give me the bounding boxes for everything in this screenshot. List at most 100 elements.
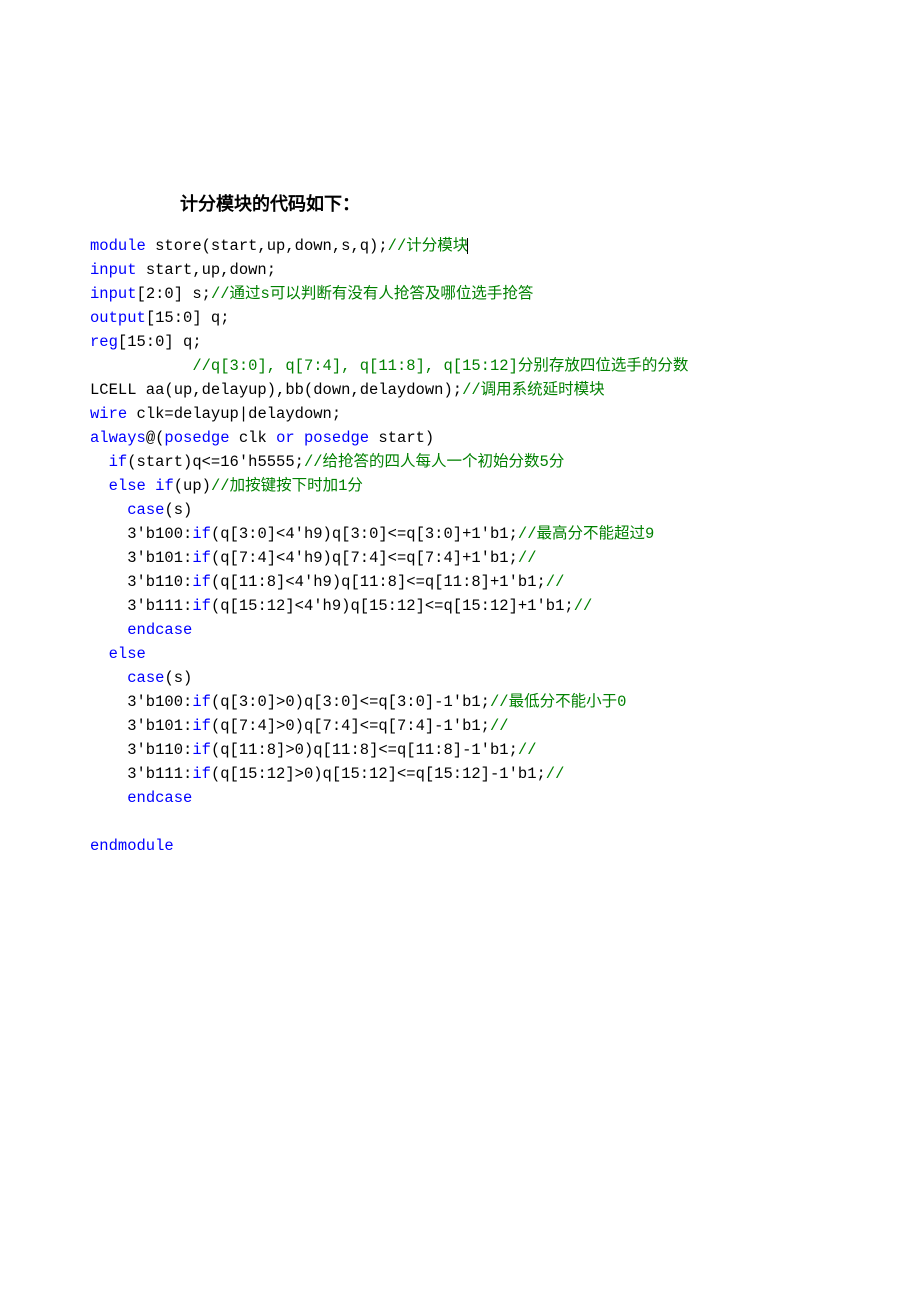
code-token — [90, 645, 109, 663]
keyword-token: if — [192, 549, 211, 567]
code-line: LCELL aa(up,delayup),bb(down,delaydown);… — [90, 378, 830, 402]
code-token — [90, 453, 109, 471]
code-token: clk — [230, 429, 277, 447]
code-token — [90, 789, 127, 807]
keyword-token: if — [192, 741, 211, 759]
keyword-token: output — [90, 309, 146, 327]
comment-token: //计分模块 — [388, 237, 469, 255]
keyword-token: else — [109, 477, 146, 495]
code-token: 3'b100: — [90, 525, 192, 543]
keyword-token: posedge — [164, 429, 229, 447]
code-token: 3'b101: — [90, 717, 192, 735]
code-block: module store(start,up,down,s,q);//计分模块in… — [90, 234, 830, 858]
code-token: 3'b101: — [90, 549, 192, 567]
code-token: [2:0] s; — [137, 285, 211, 303]
comment-token: // — [546, 573, 565, 591]
comment-token: //q[3:0], q[7:4], q[11:8], q[15:12]分别存放四… — [192, 357, 688, 375]
keyword-token: posedge — [304, 429, 369, 447]
keyword-token: always — [90, 429, 146, 447]
code-token: 3'b110: — [90, 573, 192, 591]
code-token: (q[11:8]<4'h9)q[11:8]<=q[11:8]+1'b1; — [211, 573, 546, 591]
code-token — [90, 669, 127, 687]
code-line: 3'b101:if(q[7:4]>0)q[7:4]<=q[7:4]-1'b1;/… — [90, 714, 830, 738]
comment-token: //调用系统延时模块 — [462, 381, 605, 399]
code-token: [15:0] q; — [146, 309, 230, 327]
comment-token: // — [518, 741, 537, 759]
code-token: (start)q<=16'h5555; — [127, 453, 304, 471]
code-token: 3'b111: — [90, 597, 192, 615]
code-line: 3'b110:if(q[11:8]<4'h9)q[11:8]<=q[11:8]+… — [90, 570, 830, 594]
code-line: reg[15:0] q; — [90, 330, 830, 354]
comment-token: //给抢答的四人每人一个初始分数5分 — [304, 453, 564, 471]
code-token: (q[3:0]<4'h9)q[3:0]<=q[3:0]+1'b1; — [211, 525, 518, 543]
comment-token: // — [490, 717, 509, 735]
code-line: 3'b111:if(q[15:12]>0)q[15:12]<=q[15:12]-… — [90, 762, 830, 786]
keyword-token: if — [192, 597, 211, 615]
keyword-token: else — [109, 645, 146, 663]
text-cursor — [467, 238, 468, 254]
code-line: 3'b100:if(q[3:0]<4'h9)q[3:0]<=q[3:0]+1'b… — [90, 522, 830, 546]
keyword-token: case — [127, 501, 164, 519]
code-line: endmodule — [90, 834, 830, 858]
keyword-token: if — [192, 525, 211, 543]
keyword-token: if — [155, 477, 174, 495]
keyword-token: if — [192, 573, 211, 591]
code-line: endcase — [90, 618, 830, 642]
keyword-token: endcase — [127, 621, 192, 639]
code-line: else if(up)//加按键按下时加1分 — [90, 474, 830, 498]
code-token: 3'b111: — [90, 765, 192, 783]
code-line: input[2:0] s;//通过s可以判断有没有人抢答及哪位选手抢答 — [90, 282, 830, 306]
comment-token: //最高分不能超过9 — [518, 525, 654, 543]
keyword-token: endcase — [127, 789, 192, 807]
code-line: else — [90, 642, 830, 666]
code-line: case(s) — [90, 498, 830, 522]
keyword-token: if — [192, 765, 211, 783]
keyword-token: wire — [90, 405, 127, 423]
code-token: (q[15:12]>0)q[15:12]<=q[15:12]-1'b1; — [211, 765, 546, 783]
code-token: (q[11:8]>0)q[11:8]<=q[11:8]-1'b1; — [211, 741, 518, 759]
code-line: //q[3:0], q[7:4], q[11:8], q[15:12]分别存放四… — [90, 354, 830, 378]
comment-token: //加按键按下时加1分 — [211, 477, 363, 495]
comment-token: //最低分不能小于0 — [490, 693, 626, 711]
code-token: (s) — [164, 501, 192, 519]
code-token — [90, 477, 109, 495]
code-token: store(start,up,down,s,q); — [146, 237, 388, 255]
comment-token: // — [574, 597, 593, 615]
code-line: input start,up,down; — [90, 258, 830, 282]
keyword-token: or — [276, 429, 295, 447]
code-token: [15:0] q; — [118, 333, 202, 351]
keyword-token: module — [90, 237, 146, 255]
code-token: start) — [369, 429, 434, 447]
code-token — [146, 477, 155, 495]
keyword-token: endmodule — [90, 837, 174, 855]
section-title: 计分模块的代码如下： — [180, 190, 830, 216]
keyword-token: if — [192, 693, 211, 711]
keyword-token: input — [90, 285, 137, 303]
code-token: (up) — [174, 477, 211, 495]
code-token — [90, 357, 192, 375]
code-token: start,up,down; — [137, 261, 277, 279]
code-line: always@(posedge clk or posedge start) — [90, 426, 830, 450]
code-token: (s) — [164, 669, 192, 687]
code-token: (q[7:4]>0)q[7:4]<=q[7:4]-1'b1; — [211, 717, 490, 735]
code-line — [90, 810, 830, 834]
code-line: wire clk=delayup|delaydown; — [90, 402, 830, 426]
code-token: 3'b110: — [90, 741, 192, 759]
code-token — [295, 429, 304, 447]
code-token: (q[7:4]<4'h9)q[7:4]<=q[7:4]+1'b1; — [211, 549, 518, 567]
code-line: output[15:0] q; — [90, 306, 830, 330]
code-token — [90, 621, 127, 639]
document-page: 计分模块的代码如下： module store(start,up,down,s,… — [0, 0, 920, 938]
code-line: module store(start,up,down,s,q);//计分模块 — [90, 234, 830, 258]
code-line: if(start)q<=16'h5555;//给抢答的四人每人一个初始分数5分 — [90, 450, 830, 474]
code-line: endcase — [90, 786, 830, 810]
keyword-token: if — [109, 453, 128, 471]
comment-token: //通过s可以判断有没有人抢答及哪位选手抢答 — [211, 285, 533, 303]
keyword-token: input — [90, 261, 137, 279]
comment-token: // — [518, 549, 537, 567]
code-token: @( — [146, 429, 165, 447]
code-line: 3'b101:if(q[7:4]<4'h9)q[7:4]<=q[7:4]+1'b… — [90, 546, 830, 570]
code-token: 3'b100: — [90, 693, 192, 711]
code-line: 3'b100:if(q[3:0]>0)q[3:0]<=q[3:0]-1'b1;/… — [90, 690, 830, 714]
code-token: (q[15:12]<4'h9)q[15:12]<=q[15:12]+1'b1; — [211, 597, 574, 615]
